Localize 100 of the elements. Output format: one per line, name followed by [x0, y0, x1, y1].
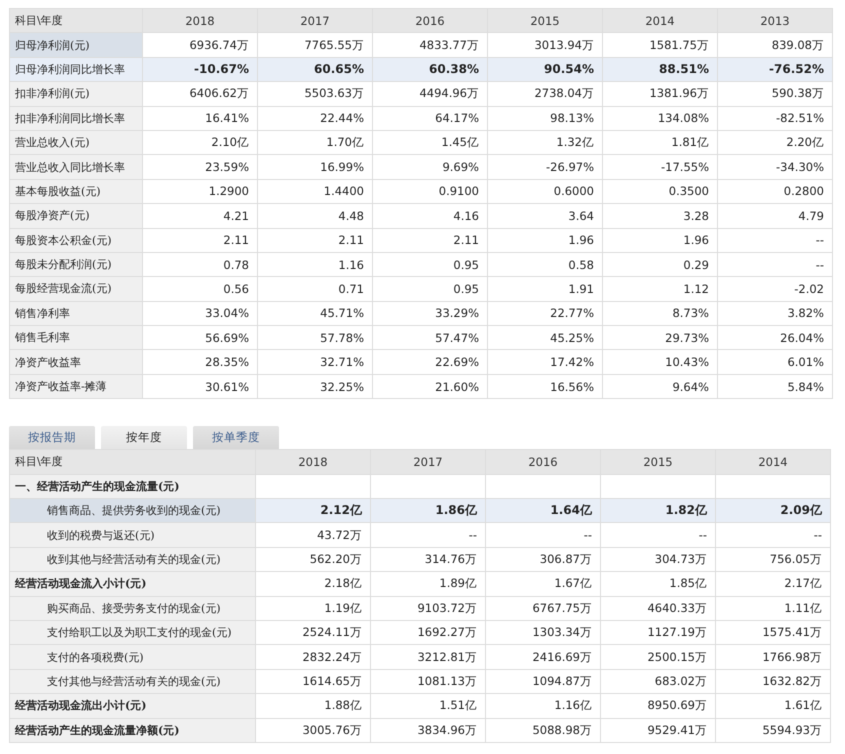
table-cell: 1632.82万	[716, 670, 831, 694]
table-cell: 0.95	[373, 277, 488, 302]
table-cell: 1.19亿	[256, 596, 371, 621]
table-cell: 22.44%	[258, 106, 373, 131]
header-cell: 2014	[603, 9, 718, 34]
row-label: 营业总收入同比增长率	[10, 155, 143, 180]
table-cell: 756.05万	[716, 548, 831, 572]
table-cell: 0.78	[143, 252, 258, 278]
table-cell: 1.86亿	[371, 499, 486, 524]
table-cell: 3013.94万	[488, 33, 603, 58]
tab[interactable]: 按年度	[101, 426, 187, 450]
table-cell: 0.3500	[603, 180, 718, 204]
table-cell: 1575.41万	[716, 620, 831, 646]
table-cell: 2.09亿	[716, 499, 831, 524]
table-cell: 3.28	[603, 204, 718, 229]
table-cell: 2.12亿	[256, 499, 371, 524]
table-cell: 1081.13万	[371, 670, 486, 694]
table-cell: 6767.75万	[486, 596, 601, 621]
header-cell: 2015	[601, 450, 716, 475]
row-label: 每股净资产(元)	[10, 204, 143, 229]
table-cell: 16.56%	[488, 374, 603, 400]
table-cell: 60.65%	[258, 58, 373, 82]
header-cell: 2017	[258, 9, 373, 34]
table-cell: 22.77%	[488, 302, 603, 326]
table-cell: 8.73%	[603, 302, 718, 326]
table-cell: 57.47%	[373, 326, 488, 350]
row-label: 基本每股收益(元)	[10, 180, 143, 204]
table-cell: 9.69%	[373, 155, 488, 180]
table-cell: 23.59%	[143, 155, 258, 180]
table-cell: 30.61%	[143, 374, 258, 400]
row-label: 销售净利率	[10, 302, 143, 326]
table-cell: 1.51亿	[371, 694, 486, 719]
table-cell: 16.41%	[143, 106, 258, 131]
table-cell: 57.78%	[258, 326, 373, 350]
table-cell: 8950.69万	[601, 694, 716, 719]
row-label: 销售毛利率	[10, 326, 143, 350]
table-cell: 4.16	[373, 204, 488, 229]
row-label: 收到其他与经营活动有关的现金(元)	[10, 548, 256, 572]
table-cell: 10.43%	[603, 350, 718, 375]
table-cell: 1381.96万	[603, 82, 718, 107]
row-label: 扣非净利润(元)	[10, 82, 143, 107]
table-cell: 64.17%	[373, 106, 488, 131]
table-cell: -82.51%	[718, 106, 833, 131]
table-cell: 2.11	[143, 228, 258, 253]
table-cell: 5.84%	[718, 374, 833, 400]
table-cell: 2738.04万	[488, 82, 603, 107]
table-cell: 5088.98万	[486, 718, 601, 743]
row-label: 销售商品、提供劳务收到的现金(元)	[10, 499, 256, 524]
table-cell: 314.76万	[371, 548, 486, 572]
table-cell: 2.18亿	[256, 572, 371, 597]
row-label: 每股未分配利润(元)	[10, 252, 143, 278]
table-cell: 3005.76万	[256, 718, 371, 743]
row-label: 购买商品、接受劳务支付的现金(元)	[10, 596, 256, 621]
tab[interactable]: 按报告期	[9, 426, 95, 450]
table-cell: -17.55%	[603, 155, 718, 180]
header-cell: 2014	[716, 450, 831, 475]
row-label: 扣非净利润同比增长率	[10, 106, 143, 131]
table-cell: 1.11亿	[716, 596, 831, 621]
table-cell: 4.21	[143, 204, 258, 229]
table-cell: 1614.65万	[256, 670, 371, 694]
row-label: 支付其他与经营活动有关的现金(元)	[10, 670, 256, 694]
table-cell: 0.58	[488, 252, 603, 278]
table-cell: 1.85亿	[601, 572, 716, 597]
table-cell: --	[718, 252, 833, 278]
table-cell: --	[601, 523, 716, 548]
table-cell: 3.82%	[718, 302, 833, 326]
table-cell: 29.73%	[603, 326, 718, 350]
table-cell: 4640.33万	[601, 596, 716, 621]
table-cell: 5594.93万	[716, 718, 831, 743]
table-cell: 1.91	[488, 277, 603, 302]
table-cell: 0.6000	[488, 180, 603, 204]
table-cell: 2.11	[258, 228, 373, 253]
table-cell: -26.97%	[488, 155, 603, 180]
row-label: 经营活动产生的现金流量净额(元)	[10, 718, 256, 743]
table-cell: 4.48	[258, 204, 373, 229]
table-cell: 6.01%	[718, 350, 833, 375]
table-cell: 1.81亿	[603, 130, 718, 156]
table-cell: 0.56	[143, 277, 258, 302]
table-cell: 1.88亿	[256, 694, 371, 719]
table-cell: 1581.75万	[603, 33, 718, 58]
table-cell: 88.51%	[603, 58, 718, 82]
table-cell: 4494.96万	[373, 82, 488, 107]
table-cell: 45.25%	[488, 326, 603, 350]
table-cell: 2.10亿	[143, 130, 258, 156]
table-cell: 7765.55万	[258, 33, 373, 58]
table-cell: 2.11	[373, 228, 488, 253]
row-label: 一、经营活动产生的现金流量(元)	[10, 474, 256, 500]
table-cell: 9103.72万	[371, 596, 486, 621]
table-cell: 21.60%	[373, 374, 488, 400]
row-label: 归母净利润(元)	[10, 33, 143, 58]
table-cell: 17.42%	[488, 350, 603, 375]
table-cell: 6936.74万	[143, 33, 258, 58]
table-cell: 16.99%	[258, 155, 373, 180]
header-cell: 科目\年度	[10, 450, 256, 475]
row-label: 净资产收益率	[10, 350, 143, 375]
row-label: 净资产收益率-摊薄	[10, 374, 143, 400]
header-cell: 2018	[143, 9, 258, 34]
table-cell: 6406.62万	[143, 82, 258, 107]
tab[interactable]: 按单季度	[193, 426, 279, 450]
header-cell: 2016	[373, 9, 488, 34]
